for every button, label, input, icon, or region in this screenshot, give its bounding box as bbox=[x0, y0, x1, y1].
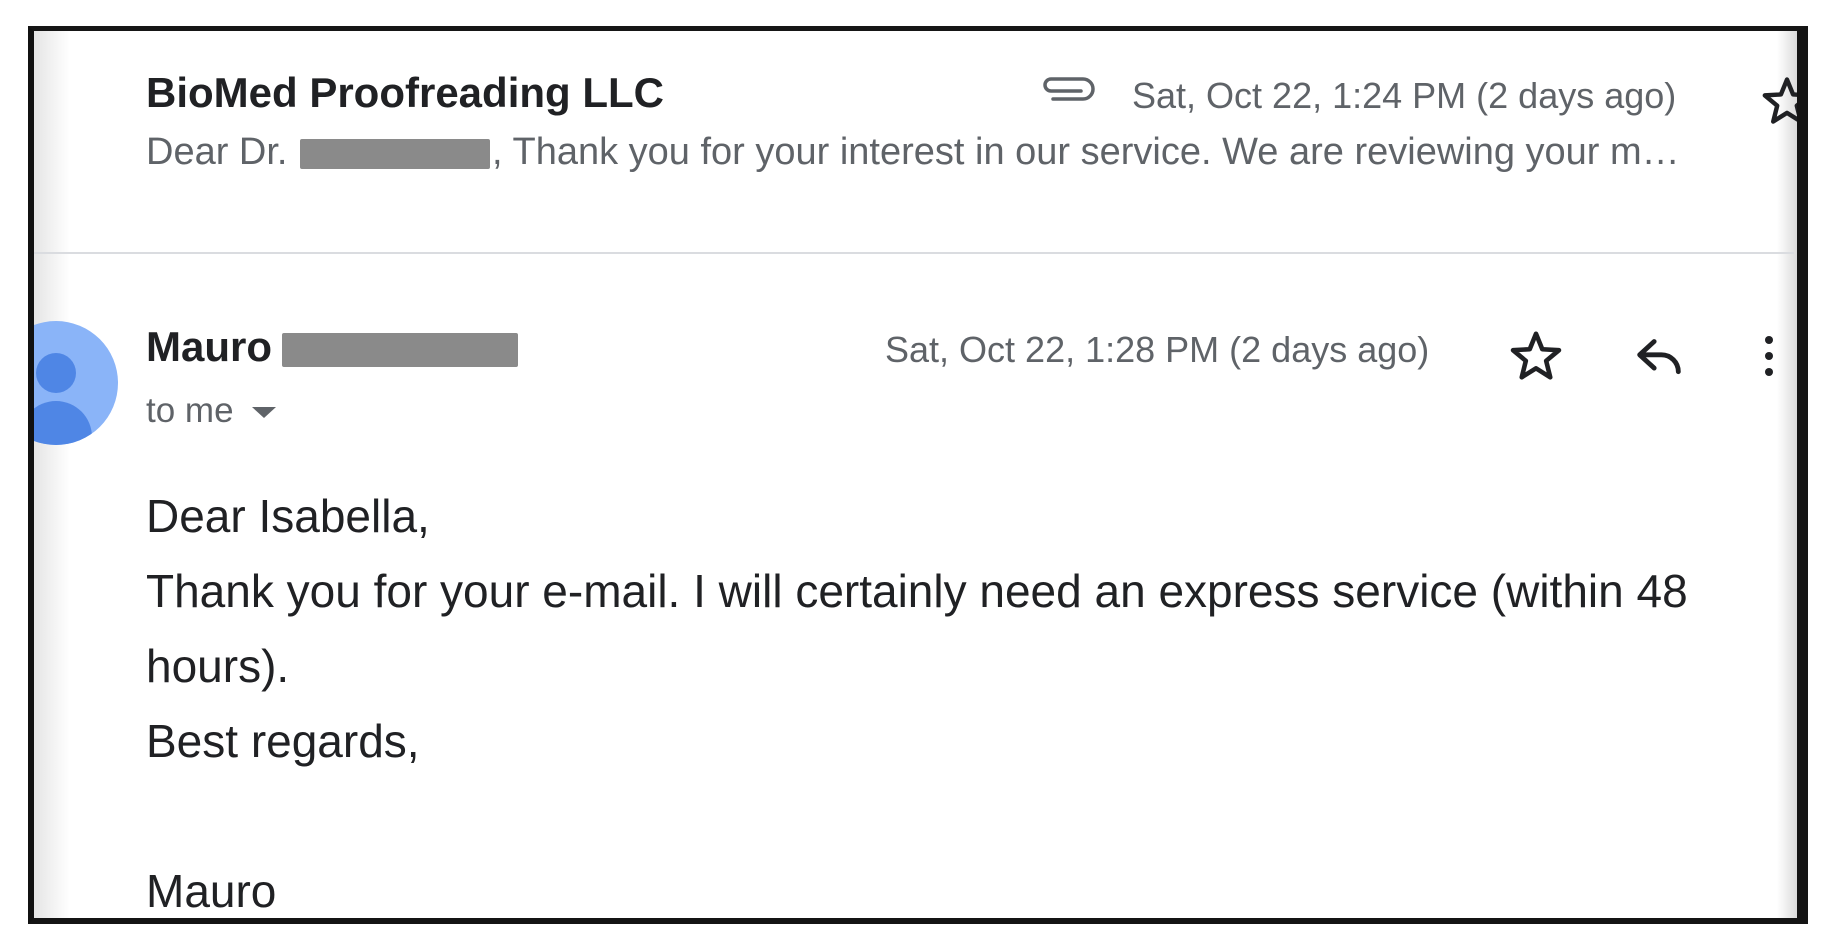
redacted-name bbox=[300, 138, 491, 169]
sender-name: BioMed Proofreading LLC bbox=[146, 69, 664, 116]
paperclip-icon bbox=[1039, 73, 1097, 107]
snippet-prefix: Dear Dr. bbox=[146, 131, 288, 173]
message-date: Sat, Oct 22, 1:24 PM (2 days ago) bbox=[1132, 75, 1677, 116]
message-body: Dear Isabella, Thank you for your e-mail… bbox=[146, 479, 1797, 918]
email-thread-frame: BioMed Proofreading LLC Sat, Oct 22, 1:2… bbox=[28, 26, 1808, 924]
star-icon[interactable] bbox=[1507, 327, 1565, 385]
body-greeting: Dear Isabella, bbox=[146, 490, 430, 542]
message-snippet: Dear Dr. , Thank you for your interest i… bbox=[146, 131, 1786, 174]
snippet-suffix: , Thank you for your interest in our ser… bbox=[492, 131, 1680, 173]
avatar-body bbox=[34, 401, 92, 445]
redacted-surname bbox=[282, 332, 518, 367]
dropdown-arrow-icon[interactable] bbox=[251, 407, 276, 419]
body-closing: Best regards, bbox=[146, 715, 420, 767]
message-date: Sat, Oct 22, 1:28 PM (2 days ago) bbox=[885, 329, 1430, 370]
reply-icon[interactable] bbox=[1630, 327, 1688, 385]
body-signature: Mauro bbox=[146, 865, 277, 917]
body-line: Thank you for your e-mail. I will certai… bbox=[146, 565, 1688, 692]
frame-edge-left bbox=[34, 31, 70, 918]
avatar[interactable] bbox=[34, 321, 118, 445]
recipient-toggle[interactable]: to me bbox=[146, 391, 276, 431]
recipient-label: to me bbox=[146, 391, 234, 430]
message-divider bbox=[34, 252, 1794, 254]
star-icon[interactable] bbox=[1759, 73, 1797, 129]
more-vert-icon[interactable] bbox=[1754, 327, 1784, 385]
avatar-head bbox=[36, 353, 76, 393]
sender-name[interactable]: Mauro bbox=[146, 323, 518, 371]
sender-first-name: Mauro bbox=[146, 323, 272, 370]
